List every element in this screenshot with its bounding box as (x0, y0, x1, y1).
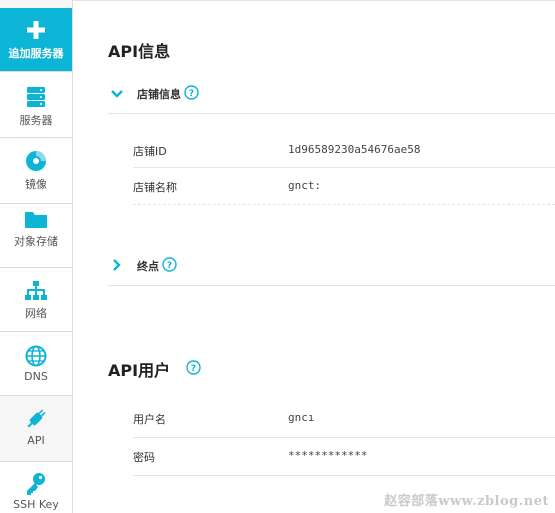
store-info-title: 店铺信息 (137, 88, 181, 101)
main-content: API信息 店铺信息 ? 店铺ID 1d96589230a54676ae58 店… (73, 0, 555, 513)
sidebar-item-label: 网络 (25, 307, 47, 320)
sidebar-item-label: 镜像 (25, 178, 47, 191)
sidebar-item-object-storage[interactable]: 对象存储 (0, 204, 72, 268)
help-icon[interactable]: ? (184, 85, 199, 100)
password-row: 密码 ************ (133, 438, 555, 476)
sidebar-item-ssh-key[interactable]: SSH Key (0, 462, 72, 513)
svg-text:?: ? (189, 89, 194, 99)
globe-icon (25, 345, 47, 367)
app-window: 追加服务器 服务器 镜像 对象存储 网络 DNS API SSH Key API… (0, 0, 555, 513)
disc-icon (26, 151, 46, 171)
plug-icon (27, 409, 46, 428)
username-row: 用户名 gncı (133, 400, 555, 438)
chevron-right-icon[interactable] (110, 258, 124, 272)
password-value: ************ (288, 449, 368, 462)
plus-icon (27, 21, 45, 39)
folder-icon (25, 212, 47, 228)
sidebar-item-label: API (27, 434, 45, 447)
endpoint-header[interactable]: 终点 ? (108, 246, 555, 286)
divider (133, 204, 555, 205)
sidebar-item-api[interactable]: API (0, 396, 72, 462)
store-name-value: gnct: (288, 179, 322, 192)
password-label: 密码 (133, 451, 155, 464)
store-id-value: 1d96589230a54676ae58 (288, 143, 421, 156)
store-info-header[interactable]: 店铺信息 ? (108, 74, 555, 114)
api-user-title: API用户 (108, 361, 171, 380)
sidebar-item-label: DNS (24, 370, 48, 383)
username-label: 用户名 (133, 413, 166, 426)
store-name-label: 店铺名称 (133, 181, 177, 194)
store-id-row: 店铺ID 1d96589230a54676ae58 (133, 132, 555, 168)
store-name-row: 店铺名称 gnct: (133, 168, 555, 204)
store-id-label: 店铺ID (133, 145, 167, 158)
help-icon[interactable]: ? (186, 360, 201, 375)
endpoint-title: 终点 (137, 260, 159, 273)
sidebar-item-label: SSH Key (13, 498, 59, 511)
sidebar-item-images[interactable]: 镜像 (0, 138, 72, 204)
username-value: gncı (288, 411, 315, 424)
sidebar-item-label: 追加服务器 (8, 47, 64, 60)
watermark: 赵容部落www.zblog.net (384, 494, 549, 509)
sidebar-item-label: 对象存储 (14, 235, 58, 248)
server-icon (27, 87, 45, 107)
sidebar-item-servers[interactable]: 服务器 (0, 72, 72, 138)
svg-text:?: ? (167, 261, 172, 271)
help-icon[interactable]: ? (162, 257, 177, 272)
sidebar-item-network[interactable]: 网络 (0, 268, 72, 332)
sidebar: 追加服务器 服务器 镜像 对象存储 网络 DNS API SSH Key (0, 0, 73, 513)
chevron-down-icon[interactable] (110, 86, 124, 100)
sidebar-item-add-server[interactable]: 追加服务器 (0, 8, 72, 72)
key-icon (27, 473, 45, 495)
api-info-title: API信息 (108, 42, 171, 61)
sidebar-item-label: 服务器 (19, 114, 53, 127)
sidebar-item-dns[interactable]: DNS (0, 332, 72, 396)
svg-text:?: ? (191, 364, 196, 374)
network-icon (25, 281, 47, 300)
